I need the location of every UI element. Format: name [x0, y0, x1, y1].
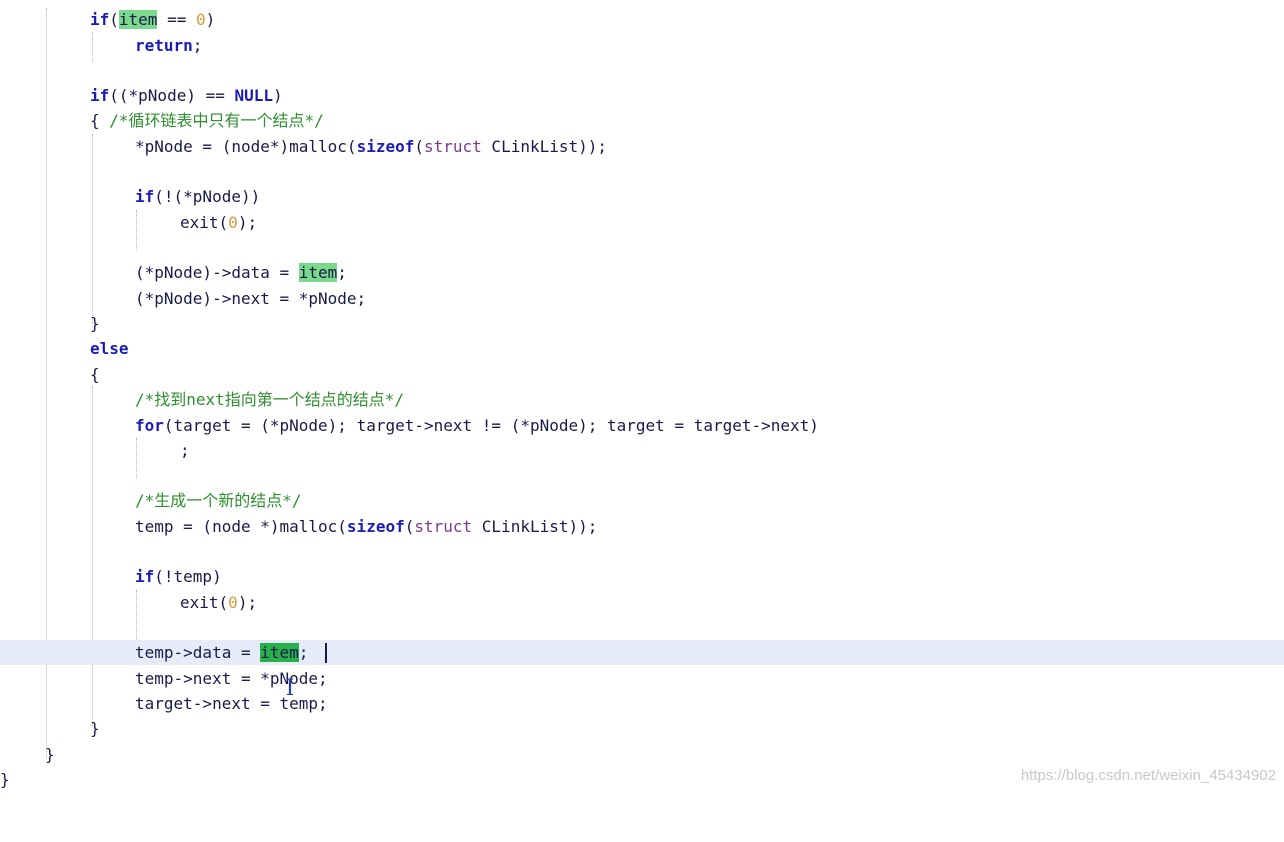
- code-line[interactable]: /*生成一个新的结点*/: [0, 488, 1284, 513]
- code-line[interactable]: target->next = temp;: [0, 691, 1284, 716]
- code-line[interactable]: (*pNode)->next = *pNode;: [0, 286, 1284, 311]
- watermark: https://blog.csdn.net/weixin_45434902: [1020, 767, 1276, 784]
- code-line[interactable]: if(item == 0): [0, 7, 1284, 32]
- code-line[interactable]: if(!(*pNode)): [0, 184, 1284, 209]
- current-code-line[interactable]: temp->data = item;: [0, 640, 1284, 665]
- code-line[interactable]: }: [0, 311, 1284, 336]
- code-line[interactable]: /*找到next指向第一个结点的结点*/: [0, 387, 1284, 412]
- code-line[interactable]: (*pNode)->data = item;: [0, 260, 1284, 285]
- code-line[interactable]: temp->next = *pNode;: [0, 666, 1284, 691]
- code-line[interactable]: else: [0, 336, 1284, 361]
- code-line[interactable]: temp = (node *)malloc(sizeof(struct CLin…: [0, 514, 1284, 539]
- code-line[interactable]: }: [0, 716, 1284, 741]
- code-line[interactable]: if((*pNode) == NULL): [0, 83, 1284, 108]
- code-line[interactable]: {: [0, 362, 1284, 387]
- code-editor[interactable]: if(item == 0) return; if((*pNode) == NUL…: [0, 0, 1284, 794]
- code-line[interactable]: }: [0, 742, 1284, 767]
- text-caret: [325, 643, 327, 663]
- code-line[interactable]: return;: [0, 33, 1284, 58]
- text-ibeam-icon: I: [285, 676, 295, 701]
- code-line[interactable]: for(target = (*pNode); target->next != (…: [0, 413, 1284, 438]
- code-line[interactable]: exit(0);: [0, 210, 1284, 235]
- code-line[interactable]: exit(0);: [0, 590, 1284, 615]
- code-line[interactable]: if(!temp): [0, 564, 1284, 589]
- code-line[interactable]: ;: [0, 438, 1284, 463]
- code-line[interactable]: *pNode = (node*)malloc(sizeof(struct CLi…: [0, 134, 1284, 159]
- code-line[interactable]: { /*循环链表中只有一个结点*/: [0, 108, 1284, 133]
